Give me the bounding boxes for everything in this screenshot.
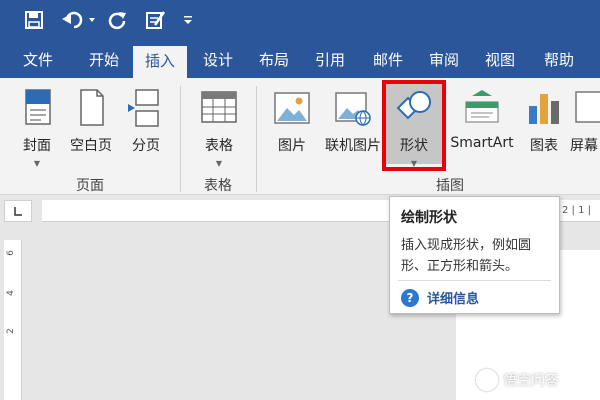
group-separator xyxy=(256,86,257,192)
screenshot-label: 屏幕 xyxy=(570,138,598,154)
tab-selector[interactable] xyxy=(4,200,32,222)
smartart-button[interactable]: SmartArt xyxy=(446,86,518,176)
tooltip-description: 插入现成形状，例如圆形、正方形和箭头。 xyxy=(401,238,532,274)
group-label-pages: 页面 xyxy=(76,178,104,194)
undo-icon[interactable] xyxy=(60,9,98,31)
online-picture-button[interactable]: 联机图片 xyxy=(322,86,384,176)
tab-references[interactable]: 引用 xyxy=(304,42,356,78)
ribbon-insert-panel: 封面 ▼ 空白页 分页 页面 表格 ▼ 表格 图片 联机图片 形状 ▼ Smar… xyxy=(0,78,600,195)
tab-layout[interactable]: 布局 xyxy=(248,42,300,78)
tab-insert[interactable]: 插入 xyxy=(133,46,187,78)
page-break-icon xyxy=(126,88,166,128)
picture-icon xyxy=(272,88,312,128)
redo-icon[interactable] xyxy=(106,9,128,31)
save-icon[interactable] xyxy=(22,9,46,31)
tab-help[interactable]: 帮助 xyxy=(530,42,588,78)
watermark: 悟空问答 xyxy=(476,369,559,391)
cover-page-label: 封面 xyxy=(23,138,51,154)
tooltip-more-info-link[interactable]: ? 详细信息 xyxy=(401,288,479,307)
touch-mode-icon[interactable] xyxy=(144,9,168,31)
tab-file[interactable]: 文件 xyxy=(12,42,64,78)
tooltip-divider xyxy=(398,280,551,281)
group-label-tables: 表格 xyxy=(204,178,232,194)
group-label-illustrations: 插图 xyxy=(436,178,464,194)
help-circle-icon: ? xyxy=(401,288,419,307)
chevron-down-icon: ▼ xyxy=(215,159,223,168)
chart-label: 图表 xyxy=(530,138,558,154)
tab-view[interactable]: 视图 xyxy=(474,42,526,78)
wukong-logo-icon xyxy=(476,369,498,391)
tab-home[interactable]: 开始 xyxy=(78,42,130,78)
picture-label: 图片 xyxy=(278,138,306,154)
online-picture-icon xyxy=(333,88,373,128)
ruler-mark: 6 xyxy=(5,250,16,256)
cover-page-button[interactable]: 封面 ▼ xyxy=(14,86,60,176)
ribbon-tab-bar: 文件 开始 插入 设计 布局 引用 邮件 审阅 视图 帮助 xyxy=(0,42,600,78)
shapes-highlight-box xyxy=(382,80,446,171)
page-break-button[interactable]: 分页 xyxy=(124,86,168,176)
online-picture-label: 联机图片 xyxy=(325,138,381,154)
more-info-label: 详细信息 xyxy=(427,292,480,307)
picture-button[interactable]: 图片 xyxy=(270,86,314,176)
tooltip-title: 绘制形状 xyxy=(401,210,457,226)
table-icon xyxy=(199,88,239,128)
screenshot-icon xyxy=(570,88,600,128)
smartart-icon xyxy=(462,88,502,128)
table-button[interactable]: 表格 ▼ xyxy=(196,86,242,176)
ruler-mark: 4 xyxy=(5,290,16,296)
blank-page-label: 空白页 xyxy=(70,138,112,154)
table-label: 表格 xyxy=(205,138,233,154)
shapes-tooltip: 绘制形状 插入现成形状，例如圆形、正方形和箭头。 ? 详细信息 xyxy=(389,196,560,314)
blank-page-icon xyxy=(71,88,111,128)
quick-access-toolbar xyxy=(0,0,600,42)
chevron-down-icon: ▼ xyxy=(33,159,41,168)
ruler-marks: 2 | 1 | xyxy=(562,205,591,216)
watermark-text: 悟空问答 xyxy=(503,373,559,389)
blank-page-button[interactable]: 空白页 xyxy=(66,86,116,176)
customize-qat-icon[interactable] xyxy=(180,9,196,31)
group-separator xyxy=(180,86,181,192)
cover-page-icon xyxy=(17,88,57,128)
ruler-mark: 2 xyxy=(5,328,16,334)
chart-button[interactable]: 图表 xyxy=(522,86,566,176)
screenshot-button[interactable]: 屏幕 xyxy=(570,86,600,176)
vertical-ruler[interactable]: 6 4 2 xyxy=(4,240,22,400)
tab-mailings[interactable]: 邮件 xyxy=(362,42,414,78)
tab-review[interactable]: 审阅 xyxy=(418,42,470,78)
smartart-label: SmartArt xyxy=(450,135,514,151)
chart-icon xyxy=(524,88,564,128)
page-break-label: 分页 xyxy=(132,138,160,154)
tab-design[interactable]: 设计 xyxy=(192,42,244,78)
